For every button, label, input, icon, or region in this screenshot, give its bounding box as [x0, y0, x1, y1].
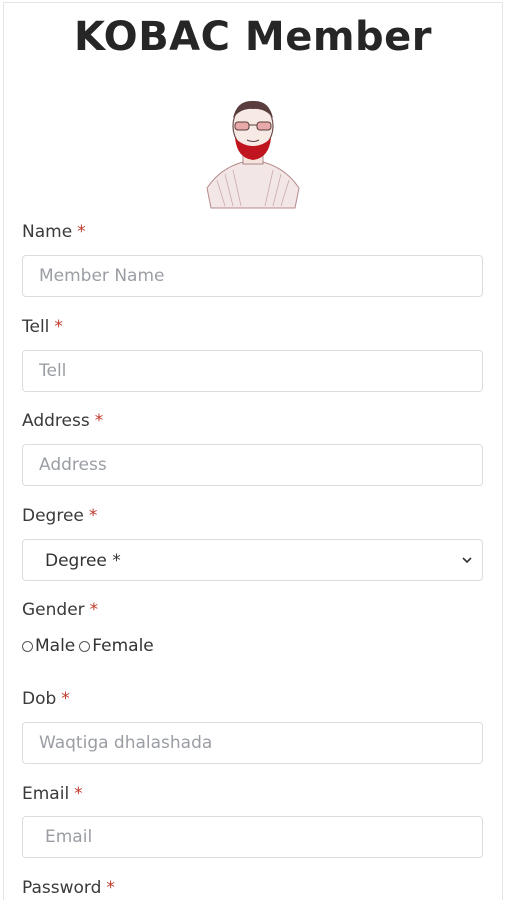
gender-option-label: Male [35, 636, 76, 656]
dob-label: Dob * [22, 689, 70, 709]
gender-radio-female[interactable]: Female [79, 636, 154, 656]
gender-label: Gender * [22, 600, 99, 620]
degree-selected-value: Degree * [45, 551, 121, 571]
email-label: Email * [22, 784, 83, 804]
name-label: Name * [22, 222, 86, 242]
dob-input[interactable] [22, 722, 483, 764]
name-input[interactable] [22, 255, 483, 297]
radio-button-icon[interactable] [79, 640, 91, 652]
degree-select[interactable]: Degree * [22, 539, 483, 581]
gender-radio-group: Male Female [22, 636, 158, 656]
address-input[interactable] [22, 444, 483, 486]
member-avatar [206, 100, 300, 209]
address-label: Address * [22, 411, 104, 431]
password-label: Password * [22, 878, 115, 898]
gender-radio-male[interactable]: Male [22, 636, 75, 656]
radio-button-icon[interactable] [22, 640, 33, 652]
email-input[interactable] [22, 816, 483, 858]
tell-label: Tell * [22, 317, 63, 337]
tell-input[interactable] [22, 350, 483, 392]
chevron-down-icon [462, 557, 472, 564]
gender-option-label: Female [92, 636, 154, 656]
page-title: KOBAC Member [73, 14, 433, 60]
degree-label: Degree * [22, 506, 98, 526]
